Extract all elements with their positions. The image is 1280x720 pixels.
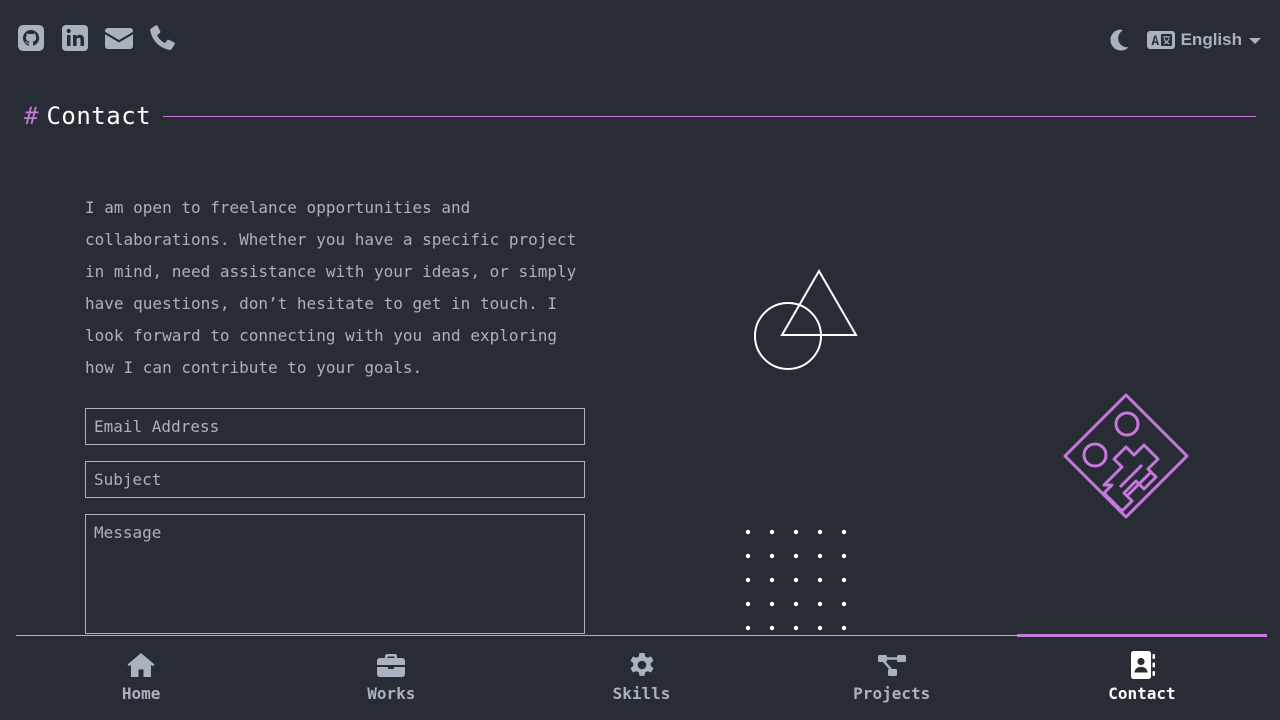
nav-label-home: Home [121, 684, 161, 703]
house-icon [127, 653, 155, 677]
bottom-nav: Home Works Skills Projects Contact [16, 634, 1268, 720]
envelope-icon[interactable] [104, 22, 134, 54]
message-field[interactable] [85, 514, 585, 634]
nav-label-contact: Contact [1108, 684, 1176, 703]
section-header: # Contact [24, 100, 1256, 132]
section-divider [163, 115, 1256, 117]
top-bar: English [0, 0, 1280, 78]
briefcase-icon [377, 654, 406, 677]
dot-grid-decoration [745, 529, 847, 631]
circle-triangle-decoration [754, 269, 858, 370]
gear-icon [630, 653, 653, 676]
language-label: English [1180, 30, 1242, 49]
email-field[interactable] [85, 408, 585, 445]
header-tools: English [1107, 26, 1262, 54]
nav-item-contact[interactable]: Contact [1016, 634, 1268, 720]
language-selector[interactable]: English [1146, 26, 1262, 54]
circuit-chip-decoration [1063, 393, 1189, 519]
diagram-icon [877, 655, 906, 676]
address-book-icon [1130, 651, 1155, 679]
nav-label-works: Works [367, 684, 416, 703]
phone-icon[interactable] [148, 22, 178, 54]
subject-field[interactable] [85, 461, 585, 498]
github-icon[interactable] [16, 22, 46, 54]
linkedin-icon[interactable] [60, 22, 90, 54]
translate-icon [1146, 31, 1175, 49]
caret-down-icon [1249, 38, 1261, 44]
nav-label-skills: Skills [612, 684, 671, 703]
contact-intro: I am open to freelance opportunities and… [85, 198, 577, 377]
moon-icon[interactable] [1107, 26, 1131, 54]
social-links [16, 22, 178, 54]
page-title: Contact [46, 102, 152, 130]
nav-item-skills[interactable]: Skills [516, 636, 766, 720]
nav-item-home[interactable]: Home [16, 636, 266, 720]
nav-item-projects[interactable]: Projects [767, 636, 1017, 720]
section-hash: # [24, 102, 39, 130]
nav-item-works[interactable]: Works [266, 636, 516, 720]
nav-label-projects: Projects [853, 684, 931, 703]
